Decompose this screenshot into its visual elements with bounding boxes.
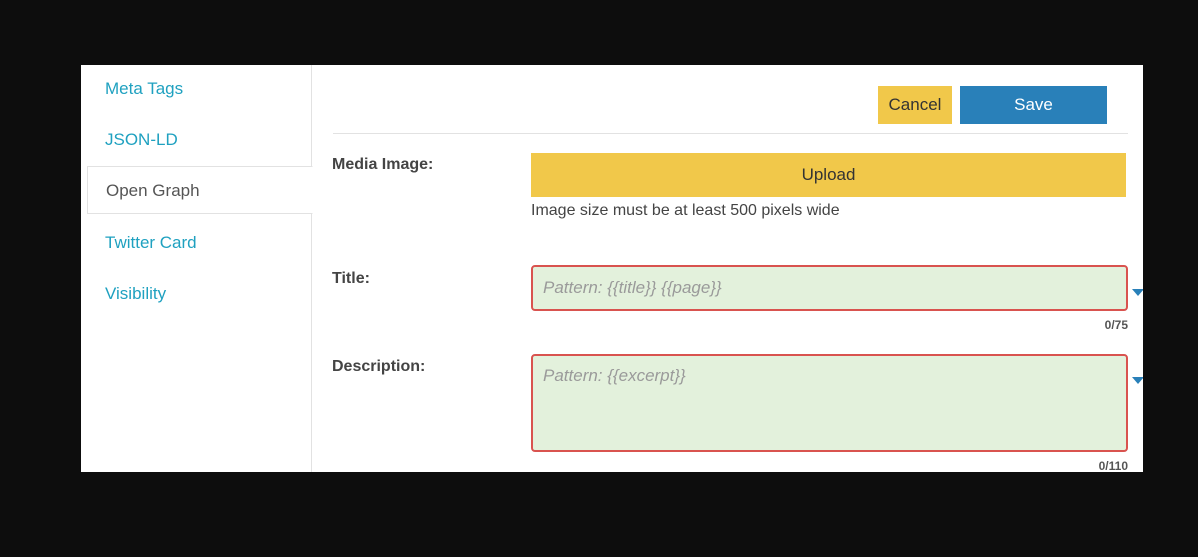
chevron-down-icon[interactable]	[1132, 377, 1143, 384]
sidebar-item-visibility[interactable]: Visibility	[81, 270, 312, 318]
media-image-label: Media Image:	[332, 156, 434, 173]
description-input[interactable]	[531, 354, 1128, 452]
title-input[interactable]	[531, 265, 1128, 311]
open-graph-form: Cancel Save Media Image: Upload Image si…	[313, 65, 1143, 472]
sidebar-item-open-graph[interactable]: Open Graph	[87, 166, 313, 214]
sidebar-item-json-ld[interactable]: JSON-LD	[81, 116, 312, 164]
upload-button[interactable]: Upload	[531, 153, 1126, 197]
title-char-counter: 0/75	[1104, 318, 1128, 332]
seo-settings-panel: Meta Tags JSON-LD Open Graph Twitter Car…	[81, 65, 1143, 472]
sidebar-item-twitter-card[interactable]: Twitter Card	[81, 219, 312, 267]
save-button[interactable]: Save	[960, 86, 1107, 124]
title-label: Title:	[332, 270, 370, 287]
description-char-counter: 0/110	[1098, 459, 1128, 472]
description-label: Description:	[332, 358, 426, 375]
sidebar-item-meta-tags[interactable]: Meta Tags	[81, 65, 312, 113]
chevron-down-icon[interactable]	[1132, 289, 1143, 296]
media-image-hint: Image size must be at least 500 pixels w…	[531, 202, 840, 219]
cancel-button[interactable]: Cancel	[878, 86, 952, 124]
sidebar: Meta Tags JSON-LD Open Graph Twitter Car…	[81, 65, 313, 472]
divider	[333, 133, 1128, 134]
